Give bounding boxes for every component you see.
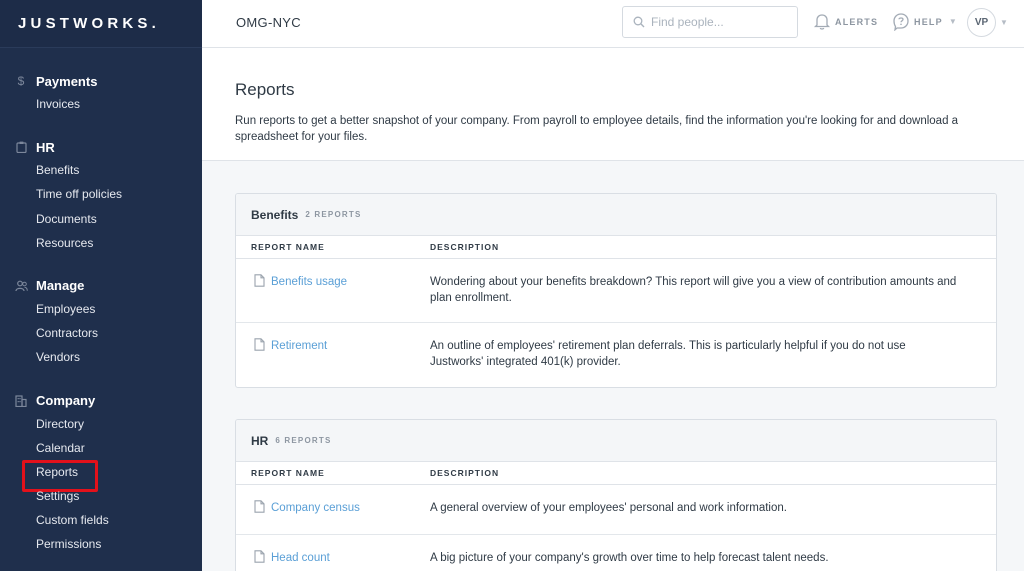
sidebar-item-directory[interactable]: Directory [0,412,202,436]
sidebar-item-documents[interactable]: Documents [0,207,202,231]
sidebar-item-permissions[interactable]: Permissions [0,532,202,556]
card-title: HR [251,433,269,448]
sidebar-nav: $ Payments Invoices HR Benefits Time off… [0,48,202,557]
document-icon [254,550,265,563]
card-title: Benefits [251,207,299,222]
report-card-benefits: Benefits 2 REPORTS REPORT NAME DESCRIPTI… [235,193,997,388]
sidebar-item-reports[interactable]: Reports [0,459,202,493]
report-description: An outline of employees' retirement plan… [430,340,906,368]
table-row: Retirement An outline of employees' reti… [236,323,996,387]
nav-head-label: HR [36,139,55,155]
search-box[interactable] [622,6,798,38]
avatar[interactable]: VP [967,8,996,37]
report-count: 6 REPORTS [275,436,332,445]
table-row: Benefits usage Wondering about your bene… [236,259,996,323]
column-header-report-name: REPORT NAME [251,468,325,478]
sidebar-item-employees[interactable]: Employees [0,297,202,321]
card-header: HR 6 REPORTS [236,420,996,462]
page-title: Reports [235,80,295,99]
page-description: Run reports to get a better snapshot of … [235,115,959,143]
table-row: Company census A general overview of you… [236,485,996,535]
nav-section-hr: HR Benefits Time off policies Documents … [0,136,202,255]
nav-head-label: Payments [36,73,98,89]
dollar-icon: $ [17,74,25,88]
card-header: Benefits 2 REPORTS [236,194,996,236]
nav-section-manage: Manage Employees Contractors Vendors [0,275,202,370]
column-header-description: DESCRIPTION [430,242,500,252]
clipboard-icon [14,140,28,154]
sidebar: JUSTWORKS. $ Payments Invoices HR Benefi… [0,0,202,571]
report-description: A general overview of your employees' pe… [430,502,787,514]
report-link-benefits-usage[interactable]: Benefits usage [271,274,347,290]
report-name-cell: Company census [236,500,430,534]
sidebar-item-contractors[interactable]: Contractors [0,321,202,345]
company-name[interactable]: OMG-NYC [236,15,301,30]
nav-head-hr[interactable]: HR [0,136,202,158]
chevron-down-icon: ▼ [1000,18,1008,27]
top-header: OMG-NYC ALERTS HELP ▼ VP ▼ [202,0,1024,48]
report-count: 2 REPORTS [305,210,362,219]
column-header-report-name: REPORT NAME [251,242,325,252]
report-description: A big picture of your company's growth o… [430,552,829,564]
search-input[interactable] [651,15,781,29]
people-icon [14,279,28,293]
alerts-label: ALERTS [835,16,879,27]
nav-head-payments[interactable]: $ Payments [0,70,202,92]
alerts-button[interactable]: ALERTS [813,12,878,31]
justworks-logo[interactable]: JUSTWORKS. [18,15,160,32]
report-link-company-census[interactable]: Company census [271,500,360,516]
report-card-hr: HR 6 REPORTS REPORT NAME DESCRIPTION Com… [235,419,997,571]
nav-head-manage[interactable]: Manage [0,275,202,297]
document-icon [254,274,265,287]
sidebar-item-time-off-policies[interactable]: Time off policies [0,182,202,206]
table-row: Head count A big picture of your company… [236,535,996,571]
sidebar-item-benefits[interactable]: Benefits [0,158,202,182]
report-name-cell: Retirement [236,338,430,387]
document-icon [254,500,265,513]
page-intro: Reports Run reports to get a better snap… [202,49,1024,161]
main-content: Reports Run reports to get a better snap… [202,49,1024,571]
table-header: REPORT NAME DESCRIPTION [236,462,996,485]
sidebar-item-invoices[interactable]: Invoices [0,92,202,116]
document-icon [254,338,265,351]
nav-head-label: Company [36,393,96,408]
help-label: HELP [914,16,943,27]
report-name-cell: Benefits usage [236,274,430,322]
help-button[interactable]: HELP ▼ [892,12,957,31]
report-description: Wondering about your benefits breakdown?… [430,276,957,304]
column-header-description: DESCRIPTION [430,468,500,478]
nav-head-label: Manage [36,278,85,294]
nav-head-company[interactable]: Company [0,390,202,412]
bell-icon [813,14,831,30]
chevron-down-icon: ▼ [948,17,957,26]
nav-section-company: Company Directory Calendar Reports Setti… [0,390,202,557]
report-link-retirement[interactable]: Retirement [271,338,327,354]
sidebar-item-resources[interactable]: Resources [0,231,202,255]
nav-section-payments: $ Payments Invoices [0,70,202,116]
help-icon [893,13,909,31]
building-icon [14,394,28,408]
table-header: REPORT NAME DESCRIPTION [236,236,996,259]
sidebar-item-calendar[interactable]: Calendar [0,436,202,460]
search-icon [633,16,645,28]
user-menu[interactable]: VP ▼ [967,8,1008,37]
logo-bar: JUSTWORKS. [0,0,202,48]
report-link-head-count[interactable]: Head count [271,550,330,566]
report-name-cell: Head count [236,550,430,571]
sidebar-item-settings[interactable]: Settings [0,484,202,508]
sidebar-item-vendors[interactable]: Vendors [0,345,202,369]
sidebar-item-custom-fields[interactable]: Custom fields [0,508,202,532]
